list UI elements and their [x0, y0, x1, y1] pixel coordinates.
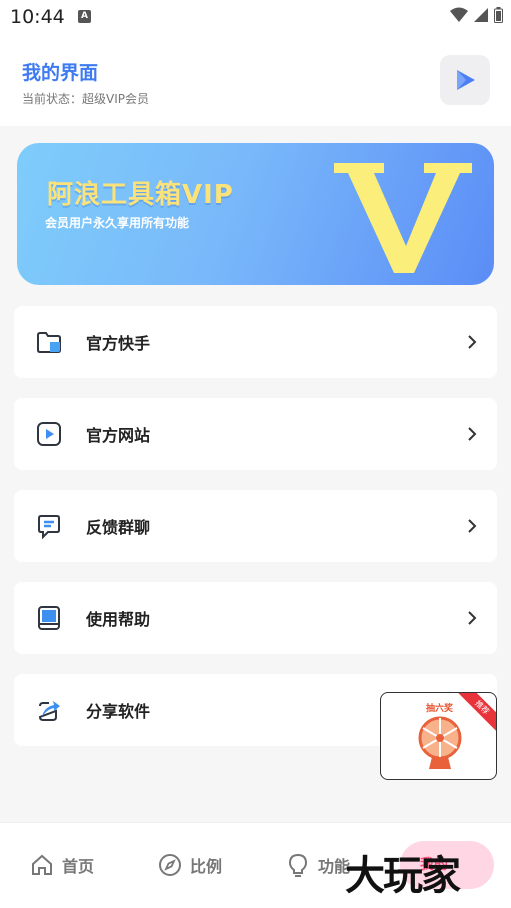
notification-icon: A [78, 10, 91, 23]
signal-icon [474, 8, 488, 22]
menu-item-kuaishou[interactable]: 官方快手 [14, 306, 497, 378]
nav-home[interactable]: 首页 [30, 853, 94, 877]
prize-wheel-icon [418, 716, 462, 769]
banner-title: 阿浪工具箱VIP [47, 180, 234, 210]
nav-features[interactable]: 功能 [286, 853, 350, 877]
status-time: 10:44 [10, 6, 65, 28]
play-square-icon [37, 422, 61, 446]
book-icon [38, 606, 60, 630]
menu-item-label: 反馈群聊 [86, 518, 151, 537]
compass-icon [159, 854, 181, 876]
folder-icon [37, 332, 61, 353]
chat-icon [38, 515, 60, 539]
share-icon [38, 701, 60, 721]
page-header: 我的界面 当前状态：超级VIP会员 [0, 34, 511, 126]
status-bar: 10:44 A [0, 0, 511, 34]
menu-item-feedback[interactable]: 反馈群聊 [14, 490, 497, 562]
watermark-logo: 大玩家 [345, 852, 461, 899]
banner-subtitle: 会员用户永久享用所有功能 [45, 216, 190, 230]
chevron-right-icon [468, 611, 477, 625]
vip-v-logo [334, 163, 472, 273]
membership-status: 当前状态：超级VIP会员 [22, 92, 149, 106]
bottom-navigation: 首页 比例 功能 我的 大玩家 [0, 822, 511, 908]
floating-lottery-ad[interactable]: 抽六奖 推荐 [380, 692, 497, 780]
menu-item-help[interactable]: 使用帮助 [14, 582, 497, 654]
nav-ratio[interactable]: 比例 [158, 853, 222, 877]
menu-item-label: 官方快手 [86, 334, 151, 353]
menu-item-website[interactable]: 官方网站 [14, 398, 497, 470]
menu-item-label: 官方网站 [86, 426, 151, 445]
play-button[interactable] [440, 55, 490, 105]
nav-label: 比例 [190, 857, 223, 876]
bulb-icon [288, 853, 308, 877]
chevron-right-icon [468, 427, 477, 441]
page-title: 我的界面 [22, 62, 99, 84]
battery-icon [494, 7, 503, 23]
home-icon [32, 854, 52, 875]
nav-label: 首页 [62, 857, 95, 876]
play-icon [457, 70, 475, 90]
vip-banner[interactable]: 阿浪工具箱VIP 会员用户永久享用所有功能 [17, 143, 494, 285]
chevron-right-icon [468, 335, 477, 349]
menu-item-label: 使用帮助 [86, 610, 151, 629]
wifi-icon [450, 7, 468, 22]
chevron-right-icon [468, 519, 477, 533]
status-icons [450, 7, 503, 23]
menu-item-label: 分享软件 [86, 702, 151, 721]
